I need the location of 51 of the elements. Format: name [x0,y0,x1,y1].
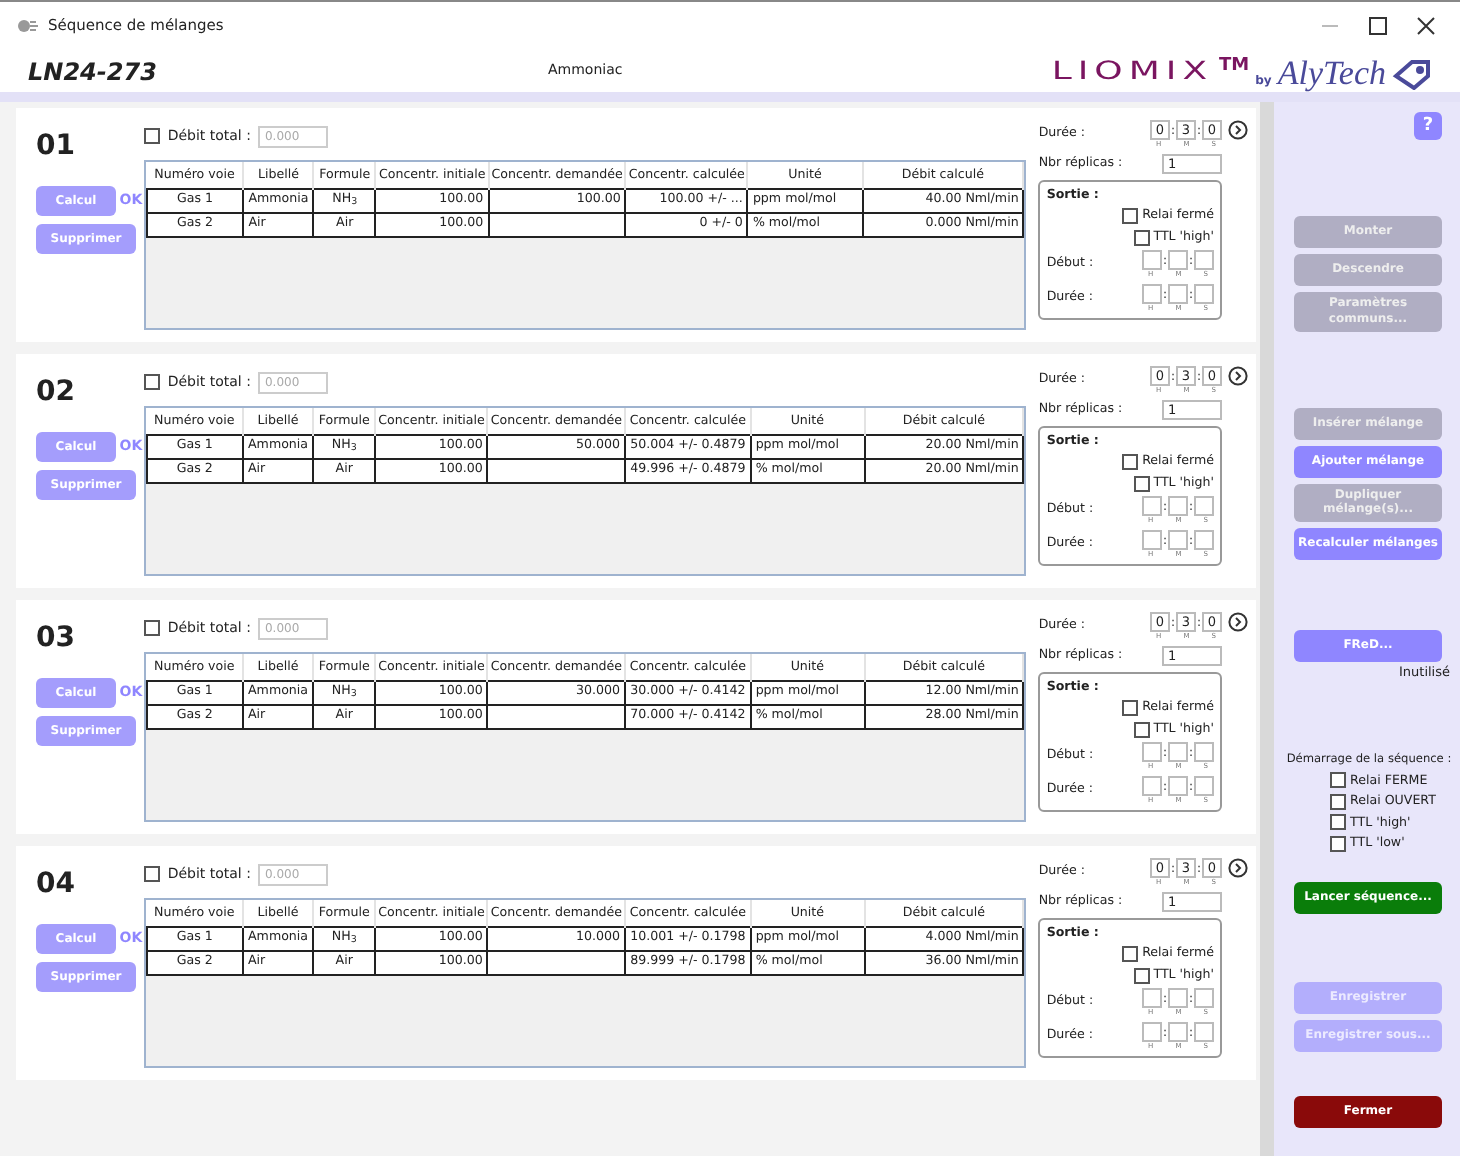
mixture-number: 03 [36,620,77,658]
time-field[interactable] [1194,1022,1214,1043]
checkbox[interactable] [1122,700,1139,717]
checkbox[interactable] [1133,967,1150,984]
time-field[interactable] [1194,742,1214,763]
time-field[interactable] [1194,250,1214,271]
checkbox[interactable] [1133,475,1150,492]
mixture-number: 04 [36,866,77,904]
time-field[interactable] [1194,988,1214,1009]
time-field[interactable] [1168,776,1188,797]
mixture-number: 02 [36,374,77,412]
checkbox[interactable] [1122,946,1139,963]
time-field[interactable] [1194,496,1214,517]
checkbox[interactable] [1330,793,1346,810]
time-field[interactable] [1168,284,1188,305]
time-field[interactable] [1142,530,1162,551]
time-field[interactable] [1168,496,1188,517]
checkbox[interactable] [1133,721,1150,738]
time-field[interactable] [1194,284,1214,305]
time-field[interactable] [1168,250,1188,271]
time-field[interactable] [1142,776,1162,797]
checkbox[interactable] [1122,454,1139,471]
trademark-mark: TM [1219,53,1250,79]
logo-text: LIOMIX [1051,58,1214,84]
checkbox[interactable] [143,374,160,390]
tag-icon [1392,57,1432,89]
document-code: LN24-273 [28,55,159,89]
app-icon [16,16,40,36]
checkbox[interactable] [1133,229,1150,246]
time-field[interactable] [1168,988,1188,1009]
checkbox[interactable] [143,128,160,144]
time-field[interactable] [1194,776,1214,797]
checkbox[interactable] [143,620,160,636]
checkbox[interactable] [1122,208,1139,225]
time-field[interactable] [1168,1022,1188,1043]
time-field[interactable] [1194,530,1214,551]
time-field[interactable] [1142,284,1162,305]
checkbox[interactable] [143,866,160,882]
logo-text: AlyTech [1277,55,1386,89]
time-field[interactable] [1142,250,1162,271]
time-field[interactable] [1168,742,1188,763]
time-field[interactable] [1142,742,1162,763]
time-field[interactable] [1142,988,1162,1009]
time-field[interactable] [1168,530,1188,551]
help-button[interactable]: ? [1414,112,1442,140]
checkbox[interactable] [1330,772,1346,789]
checkbox[interactable] [1330,835,1346,852]
time-field[interactable] [1142,496,1162,517]
checkbox[interactable] [1330,814,1346,831]
mixture-number: 01 [36,128,77,166]
time-field[interactable] [1142,1022,1162,1043]
